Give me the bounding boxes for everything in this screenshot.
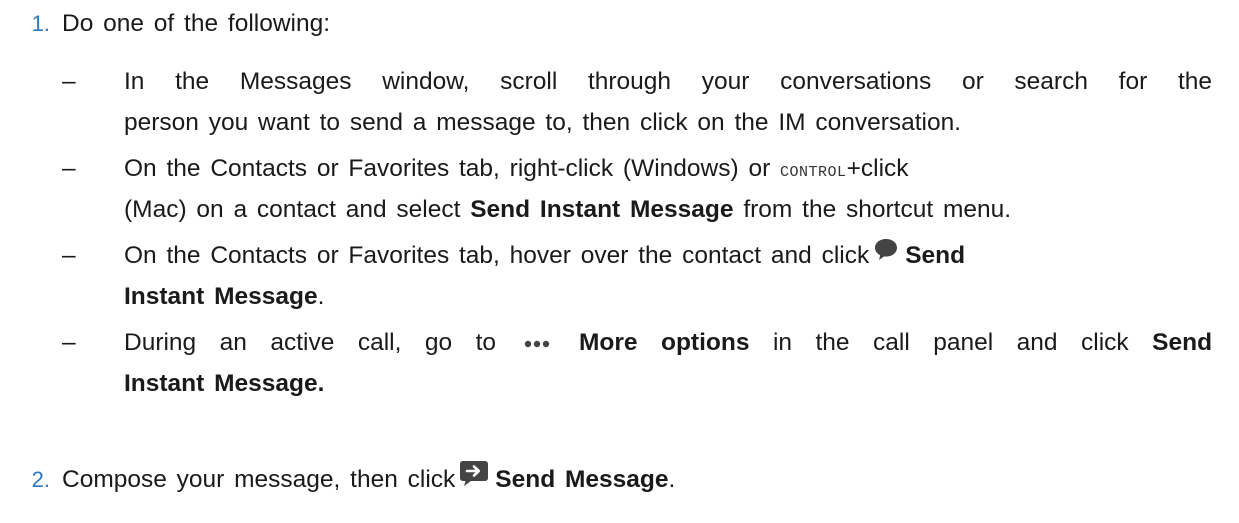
more-options-icon [524, 322, 550, 362]
list-dash: – [62, 329, 76, 356]
step-2-number: 2. [31, 467, 50, 492]
option-2-line-2-text: (Mac) on a contact and select [124, 196, 461, 223]
instructions-page: 1. Do one of the following: – In the Mes… [0, 0, 1239, 523]
option-2-line-2: (Mac) on a contact and select Send Insta… [124, 190, 1011, 230]
option-1-line-2: person you want to send a message to, th… [124, 103, 961, 143]
step-1-number: 1. [31, 11, 50, 36]
option-4-line-1-middle: in the call panel and click [772, 329, 1129, 356]
send-message-icon [459, 459, 489, 494]
option-2-line-2-end: from the shortcut menu. [743, 196, 1012, 223]
option-3-line-1: On the Contacts or Favorites tab, hover … [124, 236, 965, 276]
list-dash: – [62, 68, 76, 95]
list-dash: – [62, 242, 76, 269]
chat-bubble-icon [873, 234, 899, 274]
step-2-end: . [668, 466, 676, 493]
option-1-line-2-text: person you want to send a message to, th… [124, 109, 962, 136]
option-1-line-1-text: In the Messages window, scroll through y… [124, 68, 1212, 95]
send-label: Send [1152, 329, 1213, 356]
step-2-text: Compose your message, then click [62, 466, 456, 493]
step-1-text: Do one of the following: [62, 10, 331, 37]
option-3-line-2-end: . [317, 283, 325, 310]
step-2: 2. Compose your message, then click Send … [0, 460, 675, 500]
more-options-label: More options [579, 329, 750, 356]
send-instant-message-label: Send Instant Message [470, 196, 734, 223]
list-dash: – [62, 155, 76, 182]
option-2-line-1: On the Contacts or Favorites tab, right-… [124, 149, 909, 189]
option-4-line-2: Instant Message. [124, 364, 324, 404]
send-message-label: Send Message [495, 466, 669, 493]
send-label: Send [905, 242, 966, 269]
option-4-line-1: During an active call, go to More option… [124, 323, 1212, 363]
control-key-label: CONTROL [780, 164, 847, 181]
option-3-line-1-text: On the Contacts or Favorites tab, hover … [124, 242, 870, 269]
option-4-line-1-text: During an active call, go to [124, 329, 497, 356]
option-2-line-1-text: On the Contacts or Favorites tab, right-… [124, 155, 771, 182]
instant-message-label: Instant Message [124, 283, 318, 310]
instant-message-label: Instant Message. [124, 370, 325, 397]
option-3-line-2: Instant Message. [124, 277, 324, 317]
option-2-click-text: +click [846, 155, 909, 182]
option-1-line-1: In the Messages window, scroll through y… [124, 62, 1212, 102]
step-1: 1. Do one of the following: [0, 4, 330, 44]
